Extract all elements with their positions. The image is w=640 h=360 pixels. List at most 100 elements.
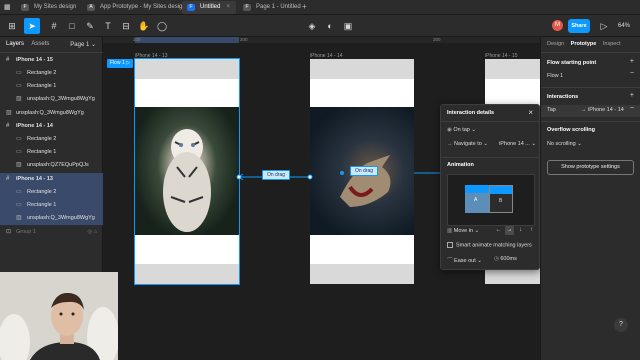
contrast-icon[interactable]: ◐ <box>322 18 338 34</box>
comment-tool-icon[interactable]: ◯ <box>154 18 170 34</box>
visibility-icon[interactable]: ◎ ⌂ <box>87 226 97 239</box>
layer-item[interactable]: # iPhone 14 - 15 <box>0 54 103 67</box>
add-icon[interactable]: + <box>630 58 634 65</box>
layer-item-selected[interactable]: ▭ Rectangle 2 <box>0 186 103 199</box>
layer-item[interactable]: ▭ Rectangle 1 <box>0 146 103 159</box>
tab-label: Page 1 - Untitled <box>256 4 301 10</box>
action-select[interactable]: → Navigate to ⌄ <box>447 141 488 147</box>
component-icon[interactable]: ◈ <box>304 18 320 34</box>
help-button[interactable]: ? <box>614 318 628 332</box>
ruler-mark: 100 <box>133 37 141 42</box>
layer-item[interactable]: ▭ Rectangle 2 <box>0 67 103 80</box>
hand-tool-icon[interactable]: ✋ <box>136 18 152 34</box>
layer-item[interactable]: # iPhone 14 - 14 <box>0 120 103 133</box>
bottom-rectangle[interactable] <box>310 264 414 284</box>
tab-page-1-untitled[interactable]: F Page 1 - Untitled <box>238 1 307 14</box>
pen-tool-icon[interactable]: ✎ <box>82 18 98 34</box>
tab-assets[interactable]: Assets <box>31 41 49 47</box>
tab-prototype[interactable]: Prototype <box>571 41 597 47</box>
direction-left-icon[interactable]: ← <box>494 226 503 235</box>
layer-item[interactable]: ▨ unsplash:Q_3Wmgu8WgYg <box>0 93 103 106</box>
layer-item[interactable]: ⊡ Group 1 ◎ ⌂ <box>0 226 103 239</box>
trigger-select[interactable]: ◉ On tap ⌄ <box>447 127 476 133</box>
layer-item[interactable]: ▨ unsplash:QZ7EQuPpQJs <box>0 159 103 172</box>
tab-inspect[interactable]: Inspect <box>603 41 621 47</box>
connection-label-on-drag[interactable]: On drag <box>350 166 379 176</box>
page-selector[interactable]: Page 1 ⌄ <box>70 41 96 48</box>
top-rectangle[interactable] <box>310 59 414 79</box>
easing-select[interactable]: ⌒ Ease out ⌄ <box>447 256 482 264</box>
tab-layers[interactable]: Layers <box>6 41 24 47</box>
preview-frame-b-label: B <box>499 198 503 204</box>
text-tool-icon[interactable]: T <box>100 18 116 34</box>
page-label: Page 1 <box>70 42 90 48</box>
user-avatar[interactable]: M <box>552 20 563 31</box>
properties-panel: Design Prototype Inspect Flow starting p… <box>540 37 640 360</box>
ruler-mark: 200 <box>240 37 248 42</box>
close-icon[interactable]: × <box>528 108 533 117</box>
divider <box>541 87 640 88</box>
share-button[interactable]: Share <box>568 19 590 33</box>
top-rectangle[interactable] <box>135 59 239 79</box>
figma-menu-icon[interactable]: ▦ <box>4 3 11 11</box>
zoom-level[interactable]: 64% <box>618 19 636 33</box>
layer-item[interactable]: ▭ Rectangle 2 <box>0 133 103 146</box>
tab-design[interactable]: Design <box>547 41 564 47</box>
image-icon: ▨ <box>16 96 22 102</box>
main-menu-icon[interactable]: ⊞ <box>4 18 20 34</box>
connection-label-on-drag[interactable]: On drag <box>262 170 291 180</box>
layer-item[interactable]: ▨ unsplash:Q_3Wmgu8WgYg <box>0 107 103 120</box>
destination-label: iPhone 14 ... <box>499 141 530 147</box>
boolean-icon[interactable]: ▣ <box>340 18 356 34</box>
phone-frame-13[interactable] <box>134 58 240 285</box>
layer-label: Rectangle 1 <box>27 202 57 208</box>
overflow-select[interactable]: No scrolling ⌄ <box>547 141 582 147</box>
direction-right-icon[interactable]: → <box>505 226 514 235</box>
direction-down-icon[interactable]: ↓ <box>516 226 525 235</box>
tiger-image[interactable] <box>135 107 239 235</box>
rectangle-icon: ▭ <box>16 189 22 195</box>
destination-select[interactable]: iPhone 14 ... ⌄ <box>499 141 536 147</box>
flow-name[interactable]: Flow 1 <box>547 73 563 79</box>
shape-tool-icon[interactable]: □ <box>64 18 80 34</box>
layer-item-selected[interactable]: # iPhone 14 - 13 <box>0 173 103 186</box>
transition-label: Move in <box>453 228 473 234</box>
resources-icon[interactable]: ⊟ <box>118 18 134 34</box>
interaction-row[interactable]: Tap → iPhone 14 - 14 − <box>541 105 640 117</box>
ruler-selection <box>135 37 239 43</box>
preview-frame-a-header <box>465 185 489 193</box>
add-interaction-icon[interactable]: + <box>630 92 634 99</box>
remove-interaction-icon[interactable]: − <box>630 105 634 112</box>
bottom-rectangle[interactable] <box>135 264 239 284</box>
top-rectangle[interactable] <box>485 59 540 79</box>
tab-untitled[interactable]: F Untitled × <box>182 1 236 14</box>
duration-label: 600ms <box>500 256 517 262</box>
remove-icon[interactable]: − <box>630 70 634 77</box>
smart-animate-checkbox[interactable]: Smart animate matching layers <box>447 242 532 248</box>
close-icon[interactable]: × <box>226 4 230 10</box>
interactions-title: Interactions <box>547 94 579 100</box>
popover-title: Interaction details <box>447 110 495 116</box>
present-icon[interactable]: ▷ <box>596 18 612 34</box>
layer-item-selected[interactable]: ▨ unsplash:Q_3Wmgu8WgYg <box>0 212 103 225</box>
frame-tool-icon[interactable]: # <box>46 18 62 34</box>
layer-label: iPhone 14 - 15 <box>16 57 53 63</box>
layer-item[interactable]: ▭ Rectangle 1 <box>0 80 103 93</box>
direction-up-icon[interactable]: ↑ <box>527 226 536 235</box>
tab-my-sites-design[interactable]: F My Sites design <box>16 1 82 14</box>
tiger-illustration <box>163 129 211 232</box>
layer-item-selected[interactable]: ▭ Rectangle 1 <box>0 199 103 212</box>
move-tool-icon[interactable]: ➤ <box>24 18 40 34</box>
duration-field[interactable]: ◷ 600ms <box>494 256 517 262</box>
preview-frame-b-header <box>490 186 512 194</box>
overflow-scrolling-title: Overflow scrolling <box>547 127 595 133</box>
layer-label: Rectangle 1 <box>27 149 57 155</box>
transition-select[interactable]: ▥ Move in ⌄ <box>447 228 479 234</box>
show-prototype-settings-button[interactable]: Show prototype settings <box>547 160 634 175</box>
new-tab-icon[interactable]: + <box>302 2 307 11</box>
tab-app-prototype[interactable]: A App Prototype - My Sites design <box>82 1 192 14</box>
flow-start-tag[interactable]: Flow 1 ▷ <box>107 59 133 68</box>
title-bar: ▦ F My Sites design A App Prototype - My S… <box>0 0 640 15</box>
preview-frame-b: B <box>489 185 513 213</box>
layer-label: Rectangle 1 <box>27 83 57 89</box>
